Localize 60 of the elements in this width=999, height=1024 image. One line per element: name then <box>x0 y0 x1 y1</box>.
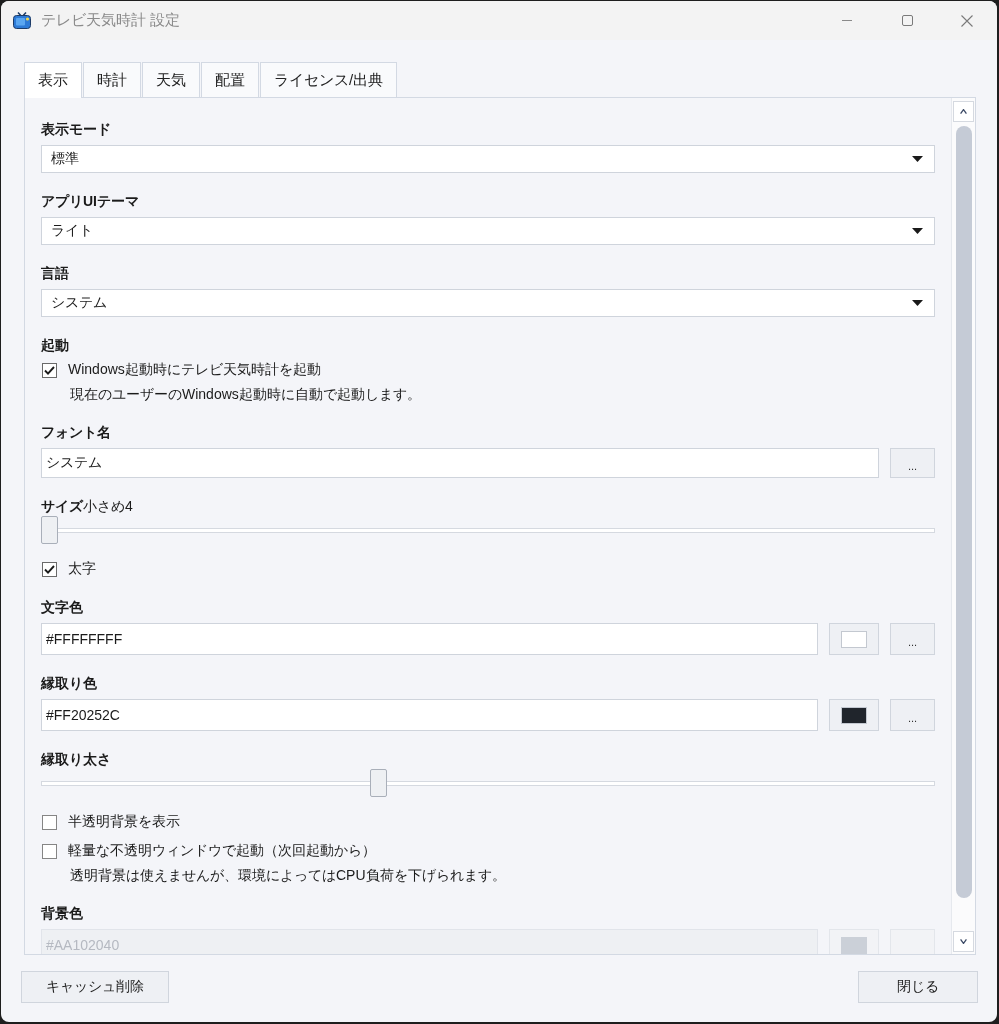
slider-track[interactable] <box>41 516 935 544</box>
tab[interactable]: 表示 <box>24 62 82 98</box>
setting-label: 起動 <box>41 337 69 353</box>
setting-label: アプリUIテーマ <box>41 193 139 209</box>
scroll-down-button[interactable] <box>953 931 974 952</box>
tab[interactable]: 天気 <box>142 62 200 97</box>
setting-label: サイズ <box>41 498 83 514</box>
setting-label: 背景色 <box>41 905 83 921</box>
footer-button[interactable]: 閉じる <box>858 971 978 1003</box>
checkbox[interactable] <box>42 561 57 577</box>
checkbox-label[interactable]: 半透明背景を表示 <box>68 813 180 831</box>
description-text: 現在のユーザーのWindows起動時に自動で起動します。 <box>70 386 421 402</box>
checkbox[interactable] <box>42 362 57 378</box>
scroll-up-button[interactable] <box>953 101 974 122</box>
text-field[interactable]: システム <box>41 448 879 478</box>
browse-button[interactable]: ... <box>890 448 935 478</box>
setting-label: 縁取り色 <box>41 675 97 691</box>
checkbox-label[interactable]: Windows起動時にテレビ天気時計を起動 <box>68 361 321 379</box>
dropdown[interactable]: ライト <box>41 217 935 245</box>
checkbox[interactable] <box>42 843 57 859</box>
tab[interactable]: ライセンス/出典 <box>260 62 398 97</box>
checkbox-label[interactable]: 軽量な不透明ウィンドウで起動（次回起動から） <box>68 842 376 860</box>
setting-label: 言語 <box>41 265 69 281</box>
scrollbar-thumb[interactable] <box>955 126 972 898</box>
setting-label: フォント名 <box>41 424 111 440</box>
tv-icon <box>13 12 31 29</box>
slider-value: 小さめ4 <box>83 498 133 514</box>
color-swatch-button[interactable] <box>829 623 879 655</box>
browse-button[interactable]: ... <box>890 623 935 655</box>
checkmark-icon <box>44 564 55 574</box>
browse-button[interactable]: ... <box>890 699 935 731</box>
color-swatch-button[interactable] <box>829 699 879 731</box>
caret-down-icon <box>912 300 923 306</box>
close-icon <box>961 14 973 27</box>
tab[interactable]: 配置 <box>201 62 259 97</box>
dropdown[interactable]: システム <box>41 289 935 317</box>
slider-track[interactable] <box>41 769 935 797</box>
slider-thumb[interactable] <box>41 516 58 544</box>
description-text: 透明背景は使えませんが、環境によってはCPU負荷を下げられます。 <box>70 867 506 883</box>
browse-button[interactable] <box>890 929 935 954</box>
color-swatch-button[interactable] <box>829 929 879 954</box>
checkbox-label[interactable]: 太字 <box>68 560 96 578</box>
caret-down-icon <box>960 939 967 944</box>
caret-up-icon <box>960 109 967 114</box>
window-title: テレビ天気時計 設定 <box>41 11 181 30</box>
footer-button[interactable]: キャッシュ削除 <box>21 971 169 1003</box>
dropdown[interactable]: 標準 <box>41 145 935 173</box>
maximize-icon <box>901 15 913 26</box>
caret-down-icon <box>912 228 923 234</box>
setting-label: 表示モード <box>41 121 111 137</box>
tab[interactable]: 時計 <box>83 62 141 97</box>
checkmark-icon <box>44 365 55 375</box>
text-field[interactable]: #FFFFFFFF <box>41 623 818 655</box>
setting-label: 縁取り太さ <box>41 751 111 767</box>
minimize-icon <box>842 20 852 21</box>
text-field[interactable]: #FF20252C <box>41 699 818 731</box>
checkbox[interactable] <box>42 814 57 830</box>
setting-label: 文字色 <box>41 599 83 615</box>
slider-thumb[interactable] <box>369 769 387 797</box>
caret-down-icon <box>912 156 923 162</box>
